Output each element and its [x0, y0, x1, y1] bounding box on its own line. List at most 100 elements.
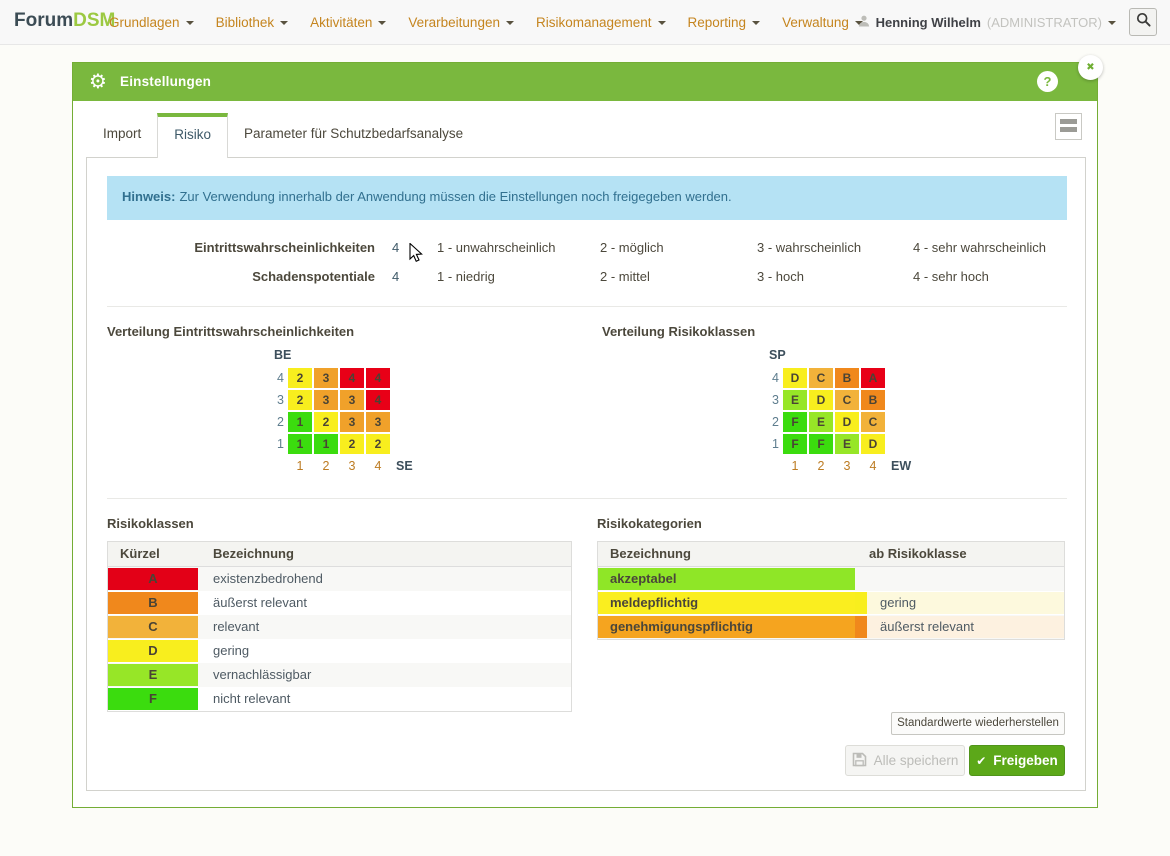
- matrix-row: 42344: [270, 368, 413, 388]
- mouse-cursor: [409, 243, 423, 268]
- matrix-cell: 3: [314, 390, 338, 410]
- riskclass-name: gering: [198, 639, 571, 663]
- riskclass-code-badge: C: [108, 616, 198, 638]
- matrix-y-tick: 1: [765, 434, 779, 454]
- matrix-cell: 4: [340, 368, 364, 388]
- nav-menu: Grundlagen BibliothekAktivitätenVerarbeit…: [98, 0, 874, 44]
- riskcategory-name: akzeptabel: [598, 568, 855, 590]
- table-body: AexistenzbedrohendBäußerst relevantCrele…: [108, 567, 571, 711]
- matrix-cell: A: [861, 368, 885, 388]
- param-count[interactable]: 4: [392, 240, 399, 255]
- matrix-cell: 2: [340, 434, 364, 454]
- matrix-cell: D: [835, 412, 859, 432]
- divider: [107, 498, 1067, 499]
- check-icon: ✔: [976, 754, 986, 768]
- matrix-cell: C: [861, 412, 885, 432]
- param-label: Schadenspotentiale: [87, 269, 375, 284]
- nav-item-verarbeitungen[interactable]: Verarbeitungen: [397, 15, 525, 30]
- list-icon: [1060, 119, 1077, 124]
- riskclasses-title: Risikoklassen: [107, 516, 194, 531]
- chevron-down-icon: [506, 21, 514, 25]
- nav-item-aktivit-ten[interactable]: Aktivitäten: [299, 15, 397, 30]
- matrix-cell: 4: [366, 390, 390, 410]
- param-row-schadenspotentiale: Schadenspotentiale41 - niedrig2 - mittel…: [87, 269, 1085, 291]
- matrix-cell: F: [783, 412, 807, 432]
- riskclass-code-badge: F: [108, 688, 198, 710]
- matrix-y-axis-label: BE: [274, 348, 413, 364]
- matrix-row: 11122: [270, 434, 413, 454]
- matrix-cell: 2: [288, 368, 312, 388]
- riskcategory-name: genehmigungspflichtig: [598, 616, 855, 638]
- help-button[interactable]: ?: [1037, 71, 1058, 92]
- close-icon[interactable]: ✖: [1078, 55, 1103, 80]
- matrix-x-axis-label: SE: [396, 458, 413, 474]
- nav-item-risikomanagement[interactable]: Risikomanagement: [525, 15, 677, 30]
- nav-item-label: Grundlagen: [109, 15, 180, 30]
- tab-risiko[interactable]: Risiko: [157, 113, 228, 158]
- matrix-x-axis-label: EW: [891, 458, 911, 474]
- user-role: (ADMINISTRATOR): [987, 15, 1102, 30]
- riskclass-row-c: Crelevant: [108, 615, 571, 639]
- riskclass-matrix: SP4DCBA3EDCB2FEDC1FFED1234EW: [765, 348, 911, 480]
- nav-item-label: Verwaltung: [782, 15, 849, 30]
- table-header: Bezeichnung ab Risikoklasse: [598, 542, 1064, 567]
- matrix-cell: 2: [366, 434, 390, 454]
- nav-item-grundlagen[interactable]: Grundlagen: [98, 15, 205, 30]
- matrix-cell: D: [783, 368, 807, 388]
- user-menu[interactable]: Henning Wilhelm (ADMINISTRATOR): [858, 0, 1116, 44]
- riskcategory-name: meldepflichtig: [598, 592, 855, 614]
- chevron-down-icon: [186, 21, 194, 25]
- riskcategory-from-class: äußerst relevant: [867, 616, 1064, 638]
- divider: [107, 306, 1067, 307]
- matrix-cell: B: [861, 390, 885, 410]
- matrix-y-tick: 3: [765, 390, 779, 410]
- matrix-x-tick: 3: [835, 458, 859, 478]
- gear-icon: ⚙: [89, 70, 107, 94]
- tab-parameter-f-r-schutzbedarfsanalyse[interactable]: Parameter für Schutzbedarfsanalyse: [228, 113, 479, 157]
- riskclass-name: existenzbedrohend: [198, 567, 571, 591]
- param-label: Eintrittswahrscheinlichkeiten: [87, 240, 375, 255]
- riskclass-row-f: Fnicht relevant: [108, 687, 571, 711]
- matrix-y-tick: 2: [765, 412, 779, 432]
- probability-matrix: BE423443233421233111221234SE: [270, 348, 413, 480]
- matrix-cell: D: [861, 434, 885, 454]
- section-probability-matrix: Verteilung Eintrittswahrscheinlichkeiten…: [87, 318, 582, 496]
- user-name: Henning Wilhelm: [876, 15, 981, 30]
- column-header: Bezeichnung: [198, 542, 571, 566]
- riskclass-name: äußerst relevant: [198, 591, 571, 615]
- matrix-cell: 3: [314, 368, 338, 388]
- matrix-x-tick: 3: [340, 458, 364, 478]
- matrix-row: 3EDCB: [765, 390, 911, 410]
- search-button[interactable]: [1129, 8, 1157, 36]
- param-level: 4 - sehr hoch: [913, 269, 989, 284]
- matrix-cell: B: [835, 368, 859, 388]
- matrix-cell: C: [809, 368, 833, 388]
- chevron-down-icon: [280, 21, 288, 25]
- restore-defaults-button[interactable]: Standardwerte wiederherstellen: [891, 712, 1065, 735]
- chevron-down-icon: [1108, 21, 1116, 25]
- settings-panel: ⚙ Einstellungen ? ✖ ImportRisikoParamete…: [72, 62, 1098, 808]
- logo-part-forum: Forum: [14, 10, 73, 31]
- param-level: 3 - hoch: [757, 269, 804, 284]
- riskcategories-table: Bezeichnung ab Risikoklasse akzeptabelme…: [597, 541, 1065, 640]
- matrix-y-tick: 3: [270, 390, 284, 410]
- notice-text: Zur Verwendung innerhalb der Anwendung m…: [179, 189, 731, 204]
- list-menu-button[interactable]: [1055, 113, 1082, 140]
- nav-item-reporting[interactable]: Reporting: [677, 15, 772, 30]
- matrix-cell: 1: [288, 434, 312, 454]
- riskclass-row-a: Aexistenzbedrohend: [108, 567, 571, 591]
- tab-content: Hinweis:Zur Verwendung innerhalb der Anw…: [86, 157, 1086, 791]
- panel-header: ⚙ Einstellungen ?: [73, 63, 1097, 101]
- column-header: Bezeichnung: [598, 542, 855, 566]
- nav-item-bibliothek[interactable]: Bibliothek: [205, 15, 300, 30]
- save-all-button[interactable]: Alle speichern: [845, 745, 965, 776]
- param-count[interactable]: 4: [392, 269, 399, 284]
- release-label: Freigeben: [993, 753, 1058, 768]
- tab-import[interactable]: Import: [87, 113, 157, 157]
- matrix-x-tick: 2: [809, 458, 833, 478]
- list-icon: [1060, 127, 1077, 132]
- matrix-cell: D: [809, 390, 833, 410]
- riskcategory-row-akzeptabel: akzeptabel: [598, 567, 1064, 591]
- riskclass-code-badge: E: [108, 664, 198, 686]
- release-button[interactable]: ✔ Freigeben: [969, 745, 1065, 776]
